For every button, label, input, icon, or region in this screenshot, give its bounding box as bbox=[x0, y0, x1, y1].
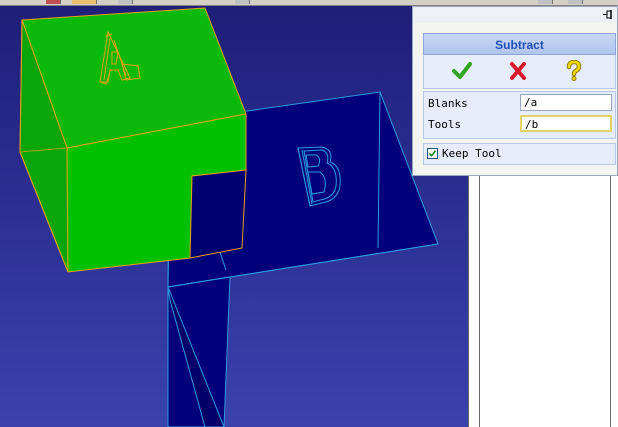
tree-left-border bbox=[468, 176, 480, 427]
model-tree-area[interactable] bbox=[468, 176, 618, 427]
question-icon bbox=[566, 59, 582, 81]
x-icon bbox=[510, 62, 526, 80]
toolbar-button[interactable] bbox=[538, 0, 553, 4]
check-mark-icon bbox=[428, 150, 437, 158]
checkmark-icon bbox=[452, 62, 472, 79]
toolbar-button[interactable] bbox=[568, 0, 583, 4]
options-row: Keep Tool bbox=[423, 143, 616, 165]
tools-label: Tools bbox=[428, 118, 462, 131]
panel-titlebar bbox=[413, 7, 617, 23]
ok-button[interactable] bbox=[450, 60, 474, 82]
subtract-panel: Subtract Blanks /a Tools /b Keep Tool bbox=[412, 6, 618, 176]
toolbar-button[interactable] bbox=[118, 0, 133, 4]
toolbar-button[interactable] bbox=[72, 0, 97, 4]
pin-icon[interactable] bbox=[602, 9, 614, 20]
blanks-label: Blanks bbox=[428, 97, 468, 110]
cancel-button[interactable] bbox=[506, 60, 530, 82]
toolbar-button[interactable] bbox=[46, 0, 61, 4]
input-fields: Blanks /a Tools /b bbox=[423, 91, 616, 139]
tools-input[interactable]: /b bbox=[520, 115, 612, 132]
action-row bbox=[423, 55, 616, 89]
panel-title: Subtract bbox=[495, 38, 544, 52]
blank-solid[interactable] bbox=[19, 7, 247, 273]
panel-header: Subtract bbox=[423, 33, 616, 55]
keep-tool-checkbox[interactable] bbox=[427, 148, 438, 159]
tree-scrollbar[interactable] bbox=[610, 176, 618, 427]
toolbar-button[interactable] bbox=[235, 0, 250, 4]
blanks-input[interactable]: /a bbox=[520, 94, 612, 111]
keep-tool-label[interactable]: Keep Tool bbox=[442, 147, 502, 160]
help-button[interactable] bbox=[562, 59, 586, 82]
